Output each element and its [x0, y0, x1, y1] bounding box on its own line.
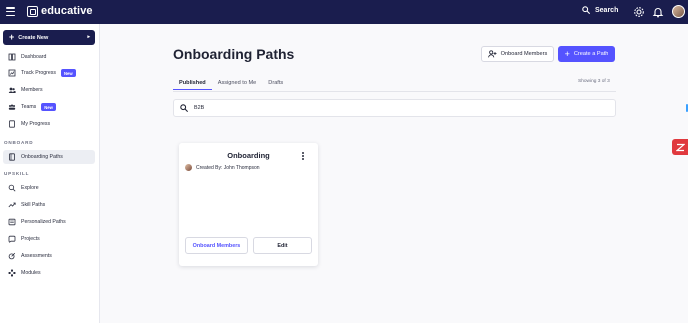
logo-icon	[27, 5, 38, 17]
educative-logo[interactable]: educative	[27, 5, 93, 17]
sidebar-item-dashboard[interactable]: Dashboard	[3, 50, 95, 64]
results-count: Showing 3 of 3	[578, 79, 610, 84]
search-bar[interactable]	[173, 99, 616, 117]
sidebar-item-onboarding-paths[interactable]: Onboarding Paths	[3, 150, 95, 164]
create-new-button[interactable]: + Create New ▸	[3, 30, 95, 45]
sidebar-item-teams[interactable]: Teams New	[3, 100, 95, 114]
tab-published[interactable]: Published	[173, 76, 212, 90]
modules-icon	[8, 269, 16, 277]
skill-paths-icon	[8, 202, 16, 208]
zendesk-logo-icon	[675, 143, 685, 151]
zendesk-icon[interactable]	[672, 139, 688, 155]
sidebar-item-label: Teams	[21, 104, 37, 110]
track-progress-icon	[8, 69, 16, 77]
create-new-label: Create New	[18, 34, 49, 41]
onboard-members-button[interactable]: Onboard Members	[481, 46, 554, 62]
top-navbar: educative Search	[0, 0, 688, 24]
add-user-icon	[487, 50, 497, 58]
sidebar-item-skill-paths[interactable]: Skill Paths	[3, 198, 95, 212]
my-progress-icon	[9, 120, 15, 128]
sidebar-item-label: Explore	[21, 185, 39, 191]
sidebar-item-label: Dashboard	[21, 54, 47, 60]
card-onboard-members-button[interactable]: Onboard Members	[185, 237, 248, 254]
sidebar-item-projects[interactable]: Projects	[3, 232, 95, 246]
header-search-label: Search	[595, 6, 619, 14]
card-title: Onboarding	[227, 151, 270, 160]
explore-icon	[8, 184, 16, 192]
sidebar-item-label: Assessments	[21, 253, 52, 259]
create-path-label: Create a Path	[573, 51, 609, 57]
search-icon	[582, 6, 590, 14]
onboarding-paths-icon	[9, 153, 15, 161]
header-search-button[interactable]: Search	[582, 6, 618, 14]
sidebar-item-label: Skill Paths	[21, 202, 46, 208]
plus-icon: +	[564, 48, 570, 59]
dashboard-icon	[8, 53, 16, 61]
sidebar-item-assessments[interactable]: Assessments	[3, 249, 95, 263]
menu-icon[interactable]	[6, 7, 15, 16]
card-author-text: Created By: John Thompson	[196, 164, 260, 171]
sidebar: + Create New ▸ Dashboard Track Progress …	[0, 24, 100, 323]
plus-icon: +	[9, 32, 15, 42]
sidebar-item-label: Track Progress	[21, 70, 56, 76]
caret-right-icon: ▸	[87, 34, 90, 40]
sidebar-item-label: Members	[21, 87, 43, 93]
sidebar-item-label: Modules	[21, 270, 41, 276]
members-icon	[8, 87, 16, 93]
card-author: Created By: John Thompson	[185, 164, 260, 171]
author-avatar	[185, 164, 192, 171]
create-path-button[interactable]: + Create a Path	[558, 46, 615, 62]
projects-icon	[8, 235, 16, 243]
logo-text: educative	[41, 5, 93, 17]
avatar[interactable]	[672, 5, 685, 18]
card-edit-button[interactable]: Edit	[253, 237, 312, 254]
more-options-icon[interactable]	[302, 152, 304, 160]
search-icon	[180, 104, 188, 112]
sidebar-item-personalized-paths[interactable]: Personalized Paths	[3, 215, 95, 229]
new-badge: New	[60, 69, 76, 77]
page-title: Onboarding Paths	[173, 46, 295, 62]
tab-bar: Published Assigned to Me Drafts	[173, 76, 289, 90]
sidebar-item-track-progress[interactable]: Track Progress New	[3, 66, 95, 80]
personalized-paths-icon	[8, 218, 16, 226]
sidebar-item-my-progress[interactable]: My Progress	[3, 117, 95, 131]
tab-drafts[interactable]: Drafts	[262, 76, 289, 90]
sidebar-item-members[interactable]: Members	[3, 83, 95, 97]
gear-icon[interactable]	[633, 6, 645, 18]
search-input[interactable]	[194, 105, 494, 111]
sidebar-item-label: My Progress	[21, 121, 51, 127]
onboard-members-label: Onboard Members	[500, 51, 548, 57]
teams-icon	[8, 104, 16, 110]
section-label-onboard: ONBOARD	[4, 140, 34, 145]
sidebar-item-explore[interactable]: Explore	[3, 181, 95, 195]
sidebar-item-label: Personalized Paths	[21, 219, 66, 225]
path-card[interactable]: Onboarding Created By: John Thompson Onb…	[179, 143, 318, 266]
assessments-icon	[8, 252, 16, 260]
section-label-upskill: UPSKILL	[4, 171, 30, 176]
sidebar-item-label: Onboarding Paths	[21, 154, 63, 160]
sidebar-item-modules[interactable]: Modules	[3, 266, 95, 280]
new-badge: New	[41, 103, 56, 111]
tab-assigned-to-me[interactable]: Assigned to Me	[212, 76, 263, 90]
bell-icon[interactable]	[652, 6, 664, 18]
sidebar-item-label: Projects	[21, 236, 40, 242]
tabs-divider	[173, 91, 616, 92]
